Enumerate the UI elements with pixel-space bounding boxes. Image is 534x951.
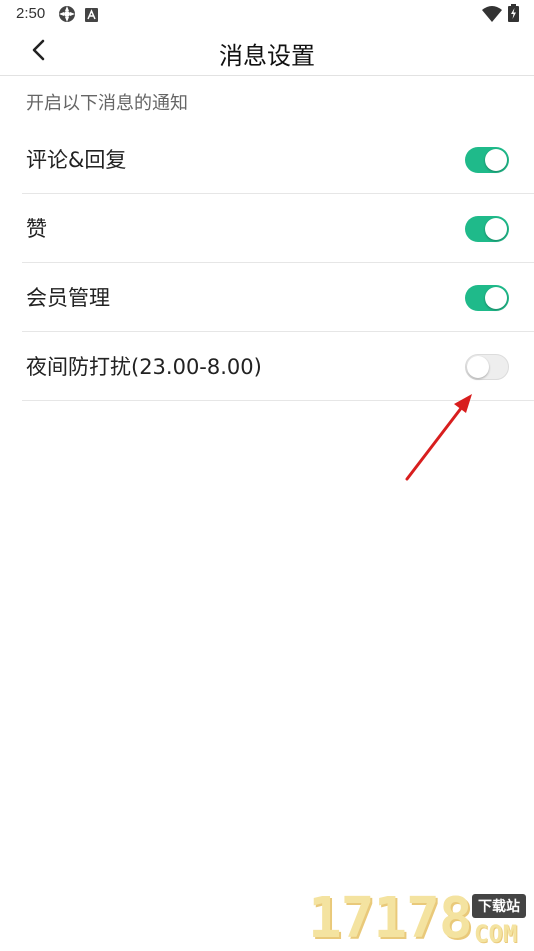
- toggle-knob: [485, 287, 507, 309]
- membership-toggle[interactable]: [465, 285, 509, 311]
- setting-label: 赞: [26, 217, 47, 241]
- setting-row-membership: 会员管理: [22, 264, 534, 332]
- battery-icon: [508, 4, 519, 26]
- page-title: 消息设置: [219, 42, 315, 70]
- watermark-badge: 下载站: [472, 894, 526, 918]
- watermark-logo: 17178 下载站 COM: [308, 888, 534, 950]
- font-app-icon: [85, 7, 98, 26]
- setting-label: 会员管理: [26, 286, 110, 310]
- comments-toggle[interactable]: [465, 147, 509, 173]
- toggle-knob: [485, 218, 507, 240]
- watermark-suffix: COM: [474, 920, 518, 948]
- setting-row-comments: 评论&回复: [22, 126, 534, 194]
- setting-row-do-not-disturb: 夜间防打扰(23.00-8.00): [22, 333, 534, 401]
- status-time: 2:50: [16, 5, 46, 22]
- do-not-disturb-toggle[interactable]: [465, 354, 509, 380]
- wifi-icon: [482, 6, 502, 26]
- status-bar: 2:50: [0, 0, 534, 28]
- setting-label: 夜间防打扰(23.00-8.00): [26, 355, 262, 379]
- watermark-number: 17178: [308, 886, 473, 951]
- setting-row-likes: 赞: [22, 195, 534, 263]
- setting-label: 评论&回复: [26, 148, 127, 172]
- app-bar: 消息设置: [0, 28, 534, 76]
- section-hint: 开启以下消息的通知: [26, 93, 188, 114]
- toggle-knob: [485, 149, 507, 171]
- settings-app-icon: [58, 5, 76, 27]
- toggle-knob: [467, 356, 489, 378]
- likes-toggle[interactable]: [465, 216, 509, 242]
